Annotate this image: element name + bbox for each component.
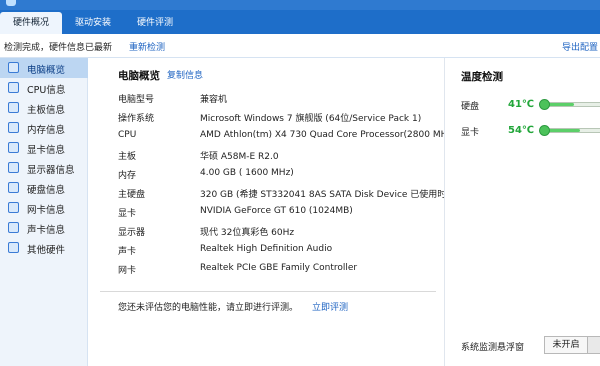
info-key: 显卡 (118, 209, 137, 219)
copy-info-link[interactable]: 复制信息 (167, 68, 203, 81)
temperature-title: 温度检测 (461, 71, 503, 83)
sound-card-icon (8, 222, 19, 233)
sidebar-item-label: 网卡信息 (27, 205, 66, 216)
info-row-gpu: 显卡 NVIDIA GeForce GT 610 (1024MB) (118, 206, 438, 224)
info-key: 声卡 (118, 247, 137, 257)
sidebar-item-network-card[interactable]: 网卡信息 (0, 198, 88, 218)
info-value: NVIDIA GeForce GT 610 (1024MB) (200, 206, 353, 216)
info-value: 320 GB (希捷 ST332041 8AS SATA Disk Device… (200, 190, 467, 200)
cpu-icon (8, 82, 19, 93)
sidebar-item-label: 主板信息 (27, 105, 66, 116)
main-tabs: 硬件概况 驱动安装 硬件评测 (0, 10, 600, 34)
thermometer-bulb (539, 125, 550, 136)
info-value: 4.00 GB ( 1600 MHz) (200, 168, 294, 178)
info-key: 主硬盘 (118, 190, 146, 200)
info-row-network-card: 网卡 Realtek PCIe GBE Family Controller (118, 263, 438, 281)
evaluation-prompt: 您还未评估您的电脑性能，请立即进行评测。 (118, 303, 299, 313)
memory-icon (8, 122, 19, 133)
network-card-icon (8, 202, 19, 213)
display-icon (8, 162, 19, 173)
sidebar-item-display[interactable]: 显示器信息 (0, 158, 88, 178)
redetect-link[interactable]: 重新检测 (129, 40, 165, 53)
harddisk-icon (8, 182, 19, 193)
sidebar-item-label: 显示器信息 (27, 165, 75, 176)
sidebar-item-label: 电脑概览 (27, 65, 66, 76)
temp-label: 显卡 (461, 128, 480, 138)
temp-label: 硬盘 (461, 102, 480, 112)
temp-row-harddisk: 硬盘 41℃ (461, 98, 600, 112)
info-value: 华硕 A58M-E R2.0 (200, 152, 279, 162)
sidebar-item-label: 显卡信息 (27, 145, 66, 156)
tab-driver-install[interactable]: 驱动安装 (62, 12, 124, 34)
info-key: CPU (118, 130, 137, 140)
export-config-link[interactable]: 导出配置 (562, 40, 598, 53)
info-value: Microsoft Windows 7 旗舰版 (64位/Service Pac… (200, 114, 422, 124)
sidebar-item-label: 硬盘信息 (27, 185, 66, 196)
thermometer-icon (539, 125, 600, 136)
motherboard-icon (8, 102, 19, 113)
info-value: 现代 32位真彩色 60Hz (200, 228, 295, 238)
sidebar-item-harddisk[interactable]: 硬盘信息 (0, 178, 88, 198)
info-value: 兼容机 (200, 95, 228, 105)
info-key: 内存 (118, 171, 137, 181)
floating-monitor-toggle[interactable]: 未开启 (544, 336, 588, 354)
sidebar-item-label: CPU信息 (27, 85, 66, 96)
status-bar: 检测完成，硬件信息已最新 重新检测 导出配置 (0, 34, 600, 58)
info-value: Realtek PCIe GBE Family Controller (200, 263, 358, 273)
page-title: 电脑概览 (118, 70, 160, 82)
sidebar-item-gpu[interactable]: 显卡信息 (0, 138, 88, 158)
tab-hardware-overview[interactable]: 硬件概况 (0, 12, 62, 34)
status-text: 检测完成，硬件信息已最新 (4, 43, 113, 53)
info-row-sound-card: 声卡 Realtek High Definition Audio (118, 244, 438, 262)
sidebar: 电脑概览 CPU信息 主板信息 内存信息 显卡信息 显示器信息 硬盘信息 网卡信… (0, 58, 88, 366)
evaluate-now-link[interactable]: 立即评测 (312, 300, 348, 313)
sidebar-item-label: 内存信息 (27, 125, 66, 136)
divider (100, 291, 436, 292)
sidebar-item-sound-card[interactable]: 声卡信息 (0, 218, 88, 238)
sidebar-item-label: 声卡信息 (27, 225, 66, 236)
thermometer-icon (539, 99, 600, 110)
info-row-memory: 内存 4.00 GB ( 1600 MHz) (118, 168, 438, 186)
sidebar-item-other-hardware[interactable]: 其他硬件 (0, 238, 88, 258)
info-value: AMD Athlon(tm) X4 730 Quad Core Processo… (200, 130, 456, 140)
gpu-icon (8, 142, 19, 153)
temp-value: 41℃ (508, 99, 535, 110)
thermometer-fill (547, 103, 574, 106)
info-key: 操作系统 (118, 114, 155, 124)
tab-hardware-benchmark[interactable]: 硬件评测 (124, 12, 186, 34)
app-logo-icon (6, 0, 16, 6)
info-row-model: 电脑型号 兼容机 (118, 92, 438, 110)
temp-value: 54℃ (508, 125, 535, 136)
overview-panel: 电脑概览 复制信息 电脑型号 兼容机 操作系统 Microsoft Window… (88, 58, 467, 366)
info-key: 显示器 (118, 228, 146, 238)
sidebar-item-memory[interactable]: 内存信息 (0, 118, 88, 138)
sidebar-item-overview[interactable]: 电脑概览 (0, 58, 88, 78)
sidebar-item-motherboard[interactable]: 主板信息 (0, 98, 88, 118)
sidebar-item-label: 其他硬件 (27, 245, 66, 256)
info-key: 主板 (118, 152, 137, 162)
other-hardware-icon (8, 242, 19, 253)
info-key: 网卡 (118, 266, 137, 276)
toggle-switch-track[interactable] (588, 336, 600, 354)
info-row-display: 显示器 现代 32位真彩色 60Hz (118, 225, 438, 243)
info-row-motherboard: 主板 华硕 A58M-E R2.0 (118, 149, 438, 167)
info-row-cpu: CPU AMD Athlon(tm) X4 730 Quad Core Proc… (118, 130, 456, 148)
info-row-os: 操作系统 Microsoft Windows 7 旗舰版 (64位/Servic… (118, 111, 438, 129)
floating-monitor-label: 系统监测悬浮窗 (461, 343, 525, 353)
sidebar-item-cpu[interactable]: CPU信息 (0, 78, 88, 98)
monitor-icon (8, 62, 19, 73)
info-row-harddisk: 主硬盘 320 GB (希捷 ST332041 8AS SATA Disk De… (118, 187, 467, 205)
info-value: Realtek High Definition Audio (200, 244, 333, 254)
thermometer-bulb (539, 99, 550, 110)
info-key: 电脑型号 (118, 95, 155, 105)
temp-row-gpu: 显卡 54℃ (461, 124, 600, 138)
thermometer-fill (547, 129, 580, 132)
title-bar (0, 0, 600, 10)
temperature-panel: 温度检测 硬盘 41℃ 显卡 54℃ 系统监测悬浮窗 未开启 (444, 58, 600, 366)
